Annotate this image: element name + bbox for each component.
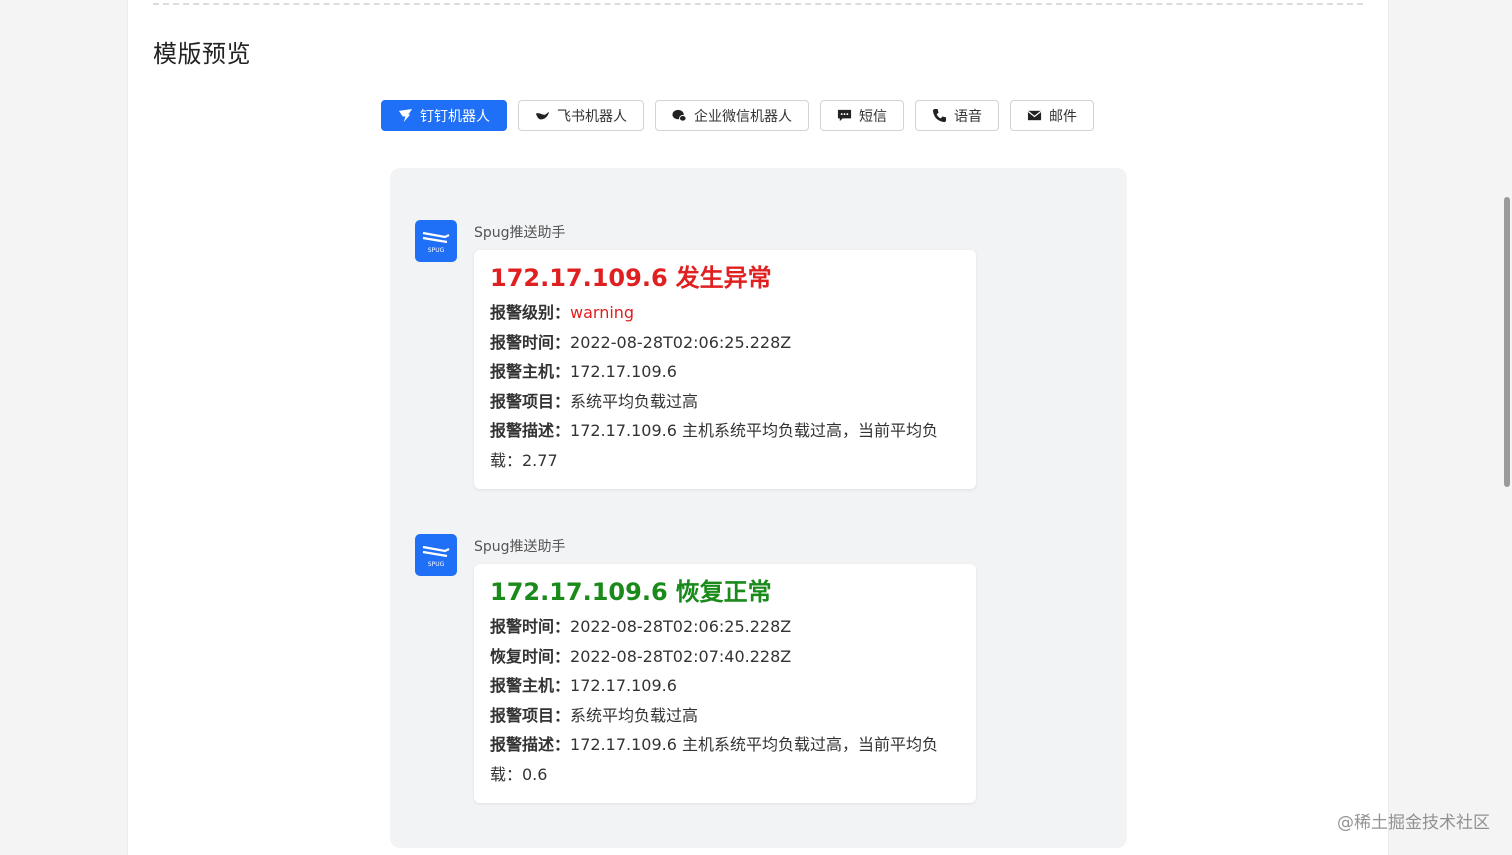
feishu-icon [535,108,550,123]
tab-label: 语音 [954,108,982,125]
tab-wecom[interactable]: 企业微信机器人 [655,100,809,131]
tab-feishu[interactable]: 飞书机器人 [518,100,644,131]
message-bubble: 172.17.109.6 恢复正常 报警时间：2022-08-28T02:06:2… [474,564,976,803]
section-title: 模版预览 [153,40,251,68]
message-title: 172.17.109.6 发生异常 [490,264,772,292]
tab-dingtalk[interactable]: 钉钉机器人 [381,100,507,131]
sms-icon [837,108,852,123]
avatar-label: SPUG [428,561,445,568]
message-bubble: 172.17.109.6 发生异常 报警级别：warning 报警时间：2022-… [474,250,976,489]
tab-label: 邮件 [1049,108,1077,125]
phone-icon [932,108,947,123]
scrollbar-thumb[interactable] [1504,197,1510,487]
recovery-time-line: 恢复时间：2022-08-28T02:07:40.228Z [490,646,792,666]
page-panel: 模版预览 钉钉机器人 飞书机器人 企业微信机器人 短信 语音 邮件 SPUG S… [127,0,1389,855]
alarm-item-line: 报警项目：系统平均负载过高 [490,705,699,725]
watermark: @稀土掘金技术社区 [1337,813,1490,833]
dashed-divider [153,3,1363,5]
tab-label: 飞书机器人 [557,108,627,125]
alarm-desc-line: 报警描述：172.17.109.6 主机系统平均负载过高，当前平均负载：0.6 [490,735,938,784]
tab-voice[interactable]: 语音 [915,100,999,131]
message-title: 172.17.109.6 恢复正常 [490,578,772,606]
wecom-icon [672,108,687,123]
avatar: SPUG [415,220,457,262]
preview-area: SPUG Spug推送助手 172.17.109.6 发生异常 报警级别：warn… [390,168,1127,848]
avatar-label: SPUG [428,247,445,254]
avatar: SPUG [415,534,457,576]
tab-label: 企业微信机器人 [694,108,792,125]
alarm-item-line: 报警项目：系统平均负载过高 [490,391,699,411]
dingtalk-icon [398,108,413,123]
sender-name: Spug推送助手 [474,539,566,555]
channel-tabs: 钉钉机器人 飞书机器人 企业微信机器人 短信 语音 邮件 [381,100,1094,131]
tab-sms[interactable]: 短信 [820,100,904,131]
scrollbar[interactable] [1502,0,1512,855]
sender-name: Spug推送助手 [474,225,566,241]
alarm-host-line: 报警主机：172.17.109.6 [490,676,677,695]
alarm-time-line: 报警时间：2022-08-28T02:06:25.228Z [490,332,792,352]
mail-icon [1027,108,1042,123]
tab-label: 钉钉机器人 [420,108,490,125]
alarm-time-line: 报警时间：2022-08-28T02:06:25.228Z [490,617,792,636]
alarm-level-line: 报警级别：warning [490,303,635,322]
tab-label: 短信 [859,108,887,125]
alarm-desc-line: 报警描述：172.17.109.6 主机系统平均负载过高，当前平均负载：2.77 [490,421,938,470]
tab-mail[interactable]: 邮件 [1010,100,1094,131]
alarm-host-line: 报警主机：172.17.109.6 [490,362,677,381]
